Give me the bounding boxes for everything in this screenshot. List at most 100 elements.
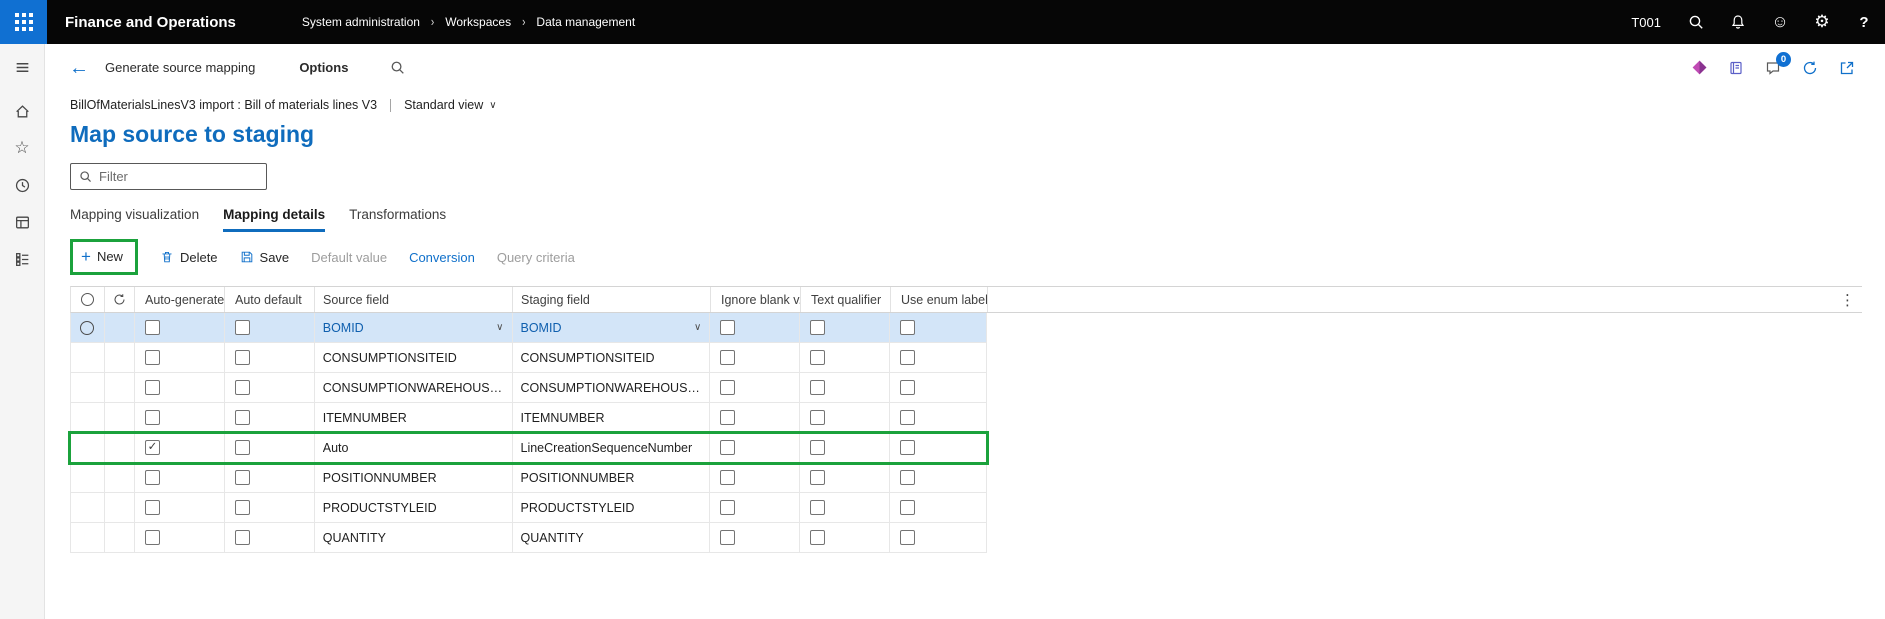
- use-enum-label-checkbox[interactable]: [900, 500, 916, 515]
- use-enum-label-checkbox[interactable]: [900, 380, 916, 395]
- chevron-down-icon[interactable]: ∨: [490, 322, 503, 333]
- use-enum-label-checkbox[interactable]: [900, 440, 916, 455]
- grid-options-icon[interactable]: ⋮: [1840, 291, 1855, 309]
- text-qualifier-checkbox[interactable]: [810, 530, 826, 545]
- auto-generated-cell[interactable]: [135, 493, 225, 522]
- staging-field-cell[interactable]: LineCreationSequenceNumber: [513, 433, 711, 462]
- auto-default-checkbox[interactable]: [234, 530, 250, 545]
- auto-default-cell[interactable]: [225, 403, 315, 432]
- staging-field-cell[interactable]: PRODUCTSTYLEID: [513, 493, 711, 522]
- help-button[interactable]: ?: [1843, 0, 1885, 44]
- auto-generated-cell[interactable]: [135, 373, 225, 402]
- ignore-blank-checkbox[interactable]: [720, 380, 736, 395]
- grid-row[interactable]: ✓ Auto LineCreationSequenceNumber: [68, 431, 989, 465]
- back-button[interactable]: ←: [69, 58, 89, 78]
- ignore-blank-cell[interactable]: [710, 523, 801, 552]
- auto-generated-checkbox[interactable]: [144, 500, 160, 515]
- delete-button[interactable]: Delete: [160, 250, 218, 265]
- auto-default-cell[interactable]: [225, 493, 315, 522]
- auto-generated-cell[interactable]: [135, 523, 225, 552]
- text-qualifier-cell[interactable]: [800, 343, 891, 372]
- row-select-cell[interactable]: [71, 463, 105, 492]
- auto-default-checkbox[interactable]: [234, 350, 250, 365]
- text-qualifier-checkbox[interactable]: [810, 350, 826, 365]
- source-field-cell[interactable]: Auto: [315, 433, 513, 462]
- row-select-cell[interactable]: [71, 313, 105, 342]
- use-enum-label-cell[interactable]: [890, 523, 987, 552]
- use-enum-label-cell[interactable]: [890, 463, 987, 492]
- breadcrumb-item-data-management[interactable]: Data management: [536, 15, 635, 29]
- recent-button[interactable]: [5, 171, 39, 199]
- auto-generated-checkbox[interactable]: [144, 470, 160, 485]
- auto-generated-cell[interactable]: [135, 343, 225, 372]
- use-enum-label-cell[interactable]: [890, 313, 987, 342]
- column-header-auto-default[interactable]: Auto default: [225, 287, 315, 312]
- new-button[interactable]: + New: [81, 248, 123, 265]
- column-header-auto-generated[interactable]: Auto-generated: [135, 287, 225, 312]
- ignore-blank-checkbox[interactable]: [720, 470, 736, 485]
- auto-generated-cell[interactable]: [135, 403, 225, 432]
- source-field-cell[interactable]: ITEMNUMBER: [315, 403, 513, 432]
- notifications-button[interactable]: [1717, 0, 1759, 44]
- auto-generated-cell[interactable]: [135, 313, 225, 342]
- staging-field-cell[interactable]: ITEMNUMBER: [513, 403, 711, 432]
- column-header-ignore-blank[interactable]: Ignore blank v...: [711, 287, 801, 312]
- use-enum-label-cell[interactable]: [890, 343, 987, 372]
- home-button[interactable]: [5, 97, 39, 125]
- auto-default-cell[interactable]: [225, 313, 315, 342]
- auto-generated-cell[interactable]: ✓: [135, 433, 225, 462]
- auto-generated-checkbox[interactable]: [144, 350, 160, 365]
- power-apps-button[interactable]: [1687, 56, 1711, 80]
- tab-mapping-visualization[interactable]: Mapping visualization: [70, 207, 199, 232]
- auto-default-cell[interactable]: [225, 523, 315, 552]
- action-pane-search-button[interactable]: [390, 60, 405, 75]
- auto-default-cell[interactable]: [225, 433, 315, 462]
- workspaces-button[interactable]: [5, 208, 39, 236]
- use-enum-label-checkbox[interactable]: [900, 350, 916, 365]
- row-select-cell[interactable]: [71, 523, 105, 552]
- refresh-button[interactable]: [1798, 56, 1822, 80]
- staging-field-cell[interactable]: CONSUMPTIONWAREHOUSEID: [513, 373, 711, 402]
- ignore-blank-cell[interactable]: [710, 463, 801, 492]
- use-enum-label-checkbox[interactable]: [900, 320, 916, 335]
- favorites-button[interactable]: ☆: [5, 134, 39, 162]
- staging-field-cell[interactable]: QUANTITY: [513, 523, 711, 552]
- auto-default-cell[interactable]: [225, 463, 315, 492]
- grid-row[interactable]: CONSUMPTIONSITEID CONSUMPTIONSITEID: [70, 343, 987, 373]
- auto-generated-checkbox[interactable]: [144, 410, 160, 425]
- view-selector[interactable]: Standard view ∨: [404, 98, 497, 112]
- tab-transformations[interactable]: Transformations: [349, 207, 446, 232]
- settings-button[interactable]: ⚙: [1801, 0, 1843, 44]
- auto-default-cell[interactable]: [225, 373, 315, 402]
- grid-row[interactable]: BOMID ∨ BOMID ∨: [70, 313, 987, 343]
- grid-row[interactable]: QUANTITY QUANTITY: [70, 523, 987, 553]
- text-qualifier-checkbox[interactable]: [810, 440, 826, 455]
- filter-field[interactable]: [70, 163, 275, 190]
- use-enum-label-cell[interactable]: [890, 403, 987, 432]
- task-guide-button[interactable]: [1724, 56, 1748, 80]
- ignore-blank-cell[interactable]: [710, 433, 801, 462]
- auto-generated-checkbox[interactable]: [144, 380, 160, 395]
- status-column-header[interactable]: [105, 287, 135, 312]
- breadcrumb-item-workspaces[interactable]: Workspaces: [445, 15, 511, 29]
- auto-default-checkbox[interactable]: [234, 500, 250, 515]
- text-qualifier-checkbox[interactable]: [810, 380, 826, 395]
- company-selector[interactable]: T001: [1617, 15, 1675, 30]
- auto-default-cell[interactable]: [225, 343, 315, 372]
- auto-default-checkbox[interactable]: [234, 470, 250, 485]
- text-qualifier-cell[interactable]: [800, 403, 891, 432]
- default-value-button[interactable]: Default value: [311, 250, 387, 265]
- select-all-column-header[interactable]: [71, 287, 105, 312]
- use-enum-label-cell[interactable]: [890, 373, 987, 402]
- auto-generated-cell[interactable]: [135, 463, 225, 492]
- filter-input[interactable]: [99, 169, 275, 184]
- text-qualifier-checkbox[interactable]: [810, 410, 826, 425]
- source-field-cell[interactable]: CONSUMPTIONWAREHOUSEID: [315, 373, 513, 402]
- source-field-cell[interactable]: POSITIONNUMBER: [315, 463, 513, 492]
- text-qualifier-checkbox[interactable]: [810, 500, 826, 515]
- text-qualifier-cell[interactable]: [800, 313, 891, 342]
- source-field-cell[interactable]: PRODUCTSTYLEID: [315, 493, 513, 522]
- modules-button[interactable]: [5, 245, 39, 273]
- use-enum-label-cell[interactable]: [890, 493, 987, 522]
- ignore-blank-checkbox[interactable]: [720, 500, 736, 515]
